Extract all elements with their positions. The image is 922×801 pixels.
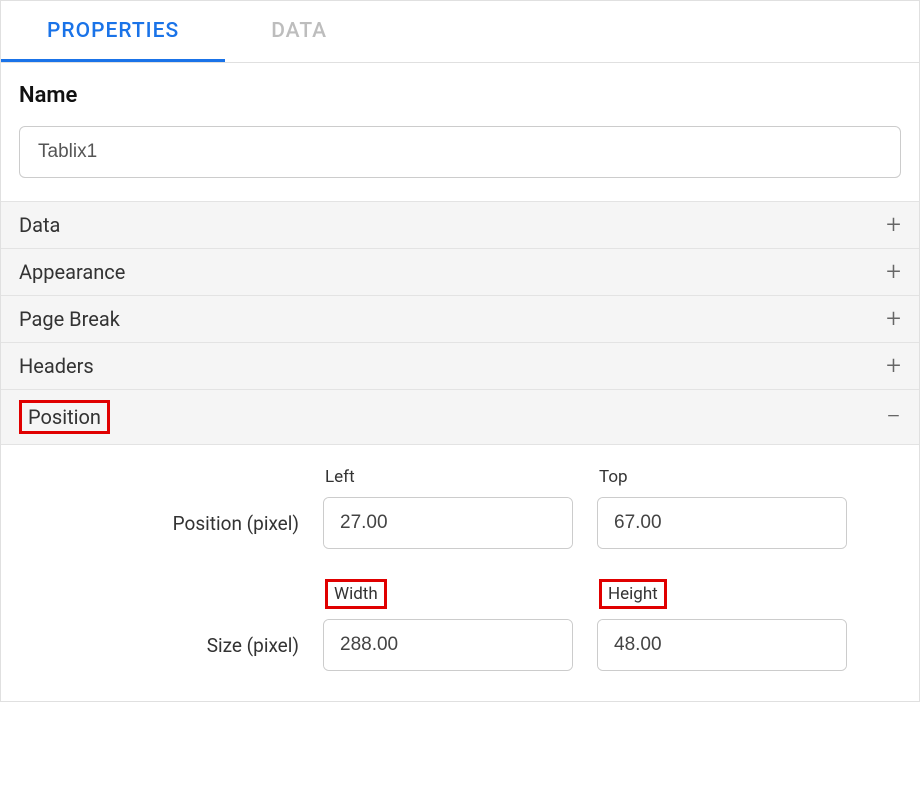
height-input[interactable] (598, 620, 847, 670)
expand-icon: + (886, 212, 901, 238)
height-input-wrap (597, 619, 847, 671)
section-position[interactable]: Position − (1, 389, 919, 445)
section-headers-title: Headers (19, 354, 94, 378)
name-input[interactable] (19, 126, 901, 178)
top-label: Top (597, 467, 847, 487)
expand-icon: + (886, 259, 901, 285)
height-block: Height (597, 579, 847, 671)
height-label: Height (597, 579, 847, 609)
left-block: Left (323, 467, 573, 549)
highlight-height: Height (599, 579, 667, 609)
top-block: Top (597, 467, 847, 549)
size-row: Size (pixel) Width Height (19, 579, 901, 671)
section-page-break-title: Page Break (19, 307, 120, 331)
size-row-label: Size (pixel) (19, 634, 299, 671)
name-section: Name (1, 63, 919, 202)
highlight-position: Position (19, 400, 110, 434)
top-input[interactable] (598, 498, 847, 548)
properties-panel: PROPERTIES DATA Name Data + Appearance +… (0, 0, 920, 702)
position-body: Position (pixel) Left Top (1, 445, 919, 701)
expand-icon: + (886, 306, 901, 332)
highlight-width: Width (325, 579, 387, 609)
top-input-wrap (597, 497, 847, 549)
position-row: Position (pixel) Left Top (19, 467, 901, 549)
tab-bar: PROPERTIES DATA (1, 1, 919, 63)
section-headers[interactable]: Headers + (1, 342, 919, 390)
section-appearance[interactable]: Appearance + (1, 248, 919, 296)
tab-properties[interactable]: PROPERTIES (1, 1, 225, 62)
left-input[interactable] (324, 498, 573, 548)
expand-icon: + (886, 353, 901, 379)
section-appearance-title: Appearance (19, 260, 125, 284)
left-label: Left (323, 467, 573, 487)
width-label: Width (323, 579, 573, 609)
left-input-wrap (323, 497, 573, 549)
name-label: Name (19, 83, 901, 108)
section-data-title: Data (19, 213, 60, 237)
collapse-icon: − (886, 404, 901, 430)
width-input-wrap (323, 619, 573, 671)
position-row-label: Position (pixel) (19, 512, 299, 549)
width-input[interactable] (324, 620, 573, 670)
section-position-title: Position (19, 400, 110, 434)
width-block: Width (323, 579, 573, 671)
tab-data[interactable]: DATA (225, 1, 373, 62)
section-page-break[interactable]: Page Break + (1, 295, 919, 343)
section-data[interactable]: Data + (1, 201, 919, 249)
